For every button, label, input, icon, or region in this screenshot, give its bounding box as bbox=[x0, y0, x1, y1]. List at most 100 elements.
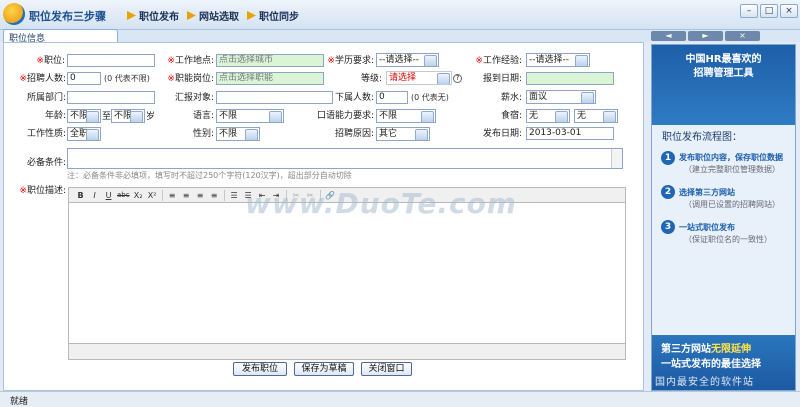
arrow-icon bbox=[187, 11, 196, 20]
nature-label: 工作性质: bbox=[26, 129, 66, 139]
help-icon[interactable]: ? bbox=[453, 74, 462, 83]
reason-label: 招聘原因: bbox=[334, 129, 374, 139]
location-input[interactable]: 点击选择城市 bbox=[216, 54, 324, 67]
nav-arrows: ◄ ► × bbox=[651, 31, 760, 41]
headcount-input[interactable]: 0 bbox=[67, 72, 101, 85]
job-function-input[interactable]: 点击选择职能 bbox=[216, 72, 324, 85]
close-tab-button[interactable]: × bbox=[725, 31, 760, 41]
flow-step-3-desc: （保证职位名的一致性） bbox=[684, 235, 772, 244]
age-from-select[interactable]: 不限 bbox=[67, 109, 101, 123]
sidebar bbox=[651, 44, 796, 391]
board-label: 食宿: bbox=[500, 111, 522, 121]
minimize-button[interactable]: – bbox=[740, 4, 758, 18]
sidebar-watermark: 国内最安全的软件站 bbox=[655, 377, 754, 388]
description-editor[interactable] bbox=[68, 203, 626, 359]
position-input[interactable] bbox=[67, 54, 155, 67]
tab-position-info[interactable]: 职位信息 bbox=[3, 29, 118, 44]
step-number-1: 1 bbox=[661, 151, 675, 165]
step-publish[interactable]: 职位发布 bbox=[127, 8, 179, 23]
job-function-label: ※职能岗位: bbox=[167, 74, 214, 84]
flow-step-2-desc: （调用已设置的招聘网站） bbox=[684, 200, 780, 209]
publish-date-label: 发布日期: bbox=[482, 129, 522, 139]
publish-date-input[interactable]: 2013-03-01 bbox=[526, 127, 614, 140]
watermark: www.DuoTe.com bbox=[245, 187, 517, 220]
underline-button[interactable]: U bbox=[102, 189, 115, 202]
location-label: ※工作地点: bbox=[167, 56, 214, 66]
age-to-text: 至 bbox=[102, 112, 112, 122]
status-bar: 就绪 bbox=[0, 391, 800, 407]
gender-select[interactable]: 不限 bbox=[216, 127, 260, 141]
subordinates-label: 下属人数: bbox=[334, 93, 374, 103]
window-controls: – □ × bbox=[740, 4, 798, 18]
department-input[interactable] bbox=[67, 91, 155, 104]
age-unit-text: 岁 bbox=[146, 112, 156, 122]
ordered-list-icon[interactable]: ☰ bbox=[228, 189, 241, 202]
maximize-button[interactable]: □ bbox=[760, 4, 778, 18]
step-select-site[interactable]: 网站选取 bbox=[187, 8, 239, 23]
sidebar-ad: 第三方网站无限延伸 一站式发布的最佳选择 bbox=[661, 344, 761, 370]
app-title: 职位发布三步骤 bbox=[29, 10, 106, 23]
step-number-2: 2 bbox=[661, 185, 675, 199]
board-select-2[interactable]: 无 bbox=[574, 109, 618, 123]
arrow-icon bbox=[127, 11, 136, 20]
report-date-label: 报到日期: bbox=[482, 74, 522, 84]
toolbar-divider bbox=[223, 189, 225, 201]
prev-button[interactable]: ◄ bbox=[651, 31, 686, 41]
superscript-button[interactable]: X² bbox=[146, 189, 159, 202]
italic-button[interactable]: I bbox=[88, 189, 101, 202]
flow-step-3-title: 一站式职位发布 bbox=[679, 223, 735, 232]
app-logo-icon bbox=[3, 3, 25, 25]
requirements-note: 注：必备条件非必填项，填写时不超过250个字符(120汉字)，超出部分自动切除 bbox=[67, 171, 352, 180]
flow-step-2-title: 选择第三方网站 bbox=[679, 188, 735, 197]
subscript-button[interactable]: X₂ bbox=[132, 189, 145, 202]
subordinates-hint: (0 代表无) bbox=[411, 93, 449, 102]
nature-select[interactable]: 全职 bbox=[67, 127, 101, 141]
strikethrough-button[interactable]: abc bbox=[116, 189, 131, 202]
align-right-icon[interactable]: ≡ bbox=[194, 189, 207, 202]
save-draft-button[interactable]: 保存为草稿 bbox=[294, 362, 354, 376]
requirements-textarea[interactable] bbox=[67, 148, 623, 169]
headcount-hint: (0 代表不限) bbox=[104, 74, 150, 83]
flow-step-1-title: 发布职位内容，保存职位数据 bbox=[679, 153, 783, 162]
close-window-button[interactable]: × bbox=[780, 4, 798, 18]
bold-button[interactable]: B bbox=[74, 189, 87, 202]
sidebar-title: 中国HR最喜欢的 招聘管理工具 bbox=[685, 54, 762, 79]
department-label: 所属部门: bbox=[26, 93, 66, 103]
level-label: 等级: bbox=[360, 74, 382, 84]
salary-select[interactable]: 面议 bbox=[526, 90, 596, 104]
publish-button[interactable]: 发布职位 bbox=[233, 362, 287, 376]
close-button[interactable]: 关闭窗口 bbox=[361, 362, 412, 376]
next-button[interactable]: ► bbox=[688, 31, 723, 41]
flow-title: 职位发布流程图： bbox=[662, 132, 742, 143]
level-select[interactable]: 请选择 bbox=[386, 71, 452, 85]
requirements-label: 必备条件: bbox=[26, 158, 66, 168]
age-to-select[interactable]: 不限 bbox=[111, 109, 145, 123]
reason-select[interactable]: 其它 bbox=[376, 127, 430, 141]
language-select[interactable]: 不限 bbox=[216, 109, 284, 123]
align-justify-icon[interactable]: ≡ bbox=[208, 189, 221, 202]
editor-footer bbox=[68, 343, 626, 360]
toolbar-divider bbox=[161, 189, 163, 201]
report-date-input[interactable] bbox=[526, 72, 614, 85]
subordinates-input[interactable]: 0 bbox=[376, 91, 408, 104]
requirements-scrollbar[interactable] bbox=[611, 149, 622, 168]
align-center-icon[interactable]: ≡ bbox=[180, 189, 193, 202]
experience-select[interactable]: --请选择-- bbox=[526, 53, 590, 67]
experience-label: ※工作经验: bbox=[475, 56, 522, 66]
position-label: ※职位: bbox=[36, 56, 65, 66]
arrow-icon bbox=[247, 11, 256, 20]
board-select-1[interactable]: 无 bbox=[526, 109, 570, 123]
title-bar bbox=[0, 0, 800, 30]
align-left-icon[interactable]: ≡ bbox=[166, 189, 179, 202]
step-sync[interactable]: 职位同步 bbox=[247, 8, 299, 23]
salary-label: 薪水: bbox=[500, 93, 522, 103]
education-select[interactable]: --请选择-- bbox=[376, 53, 439, 67]
age-label: 年龄: bbox=[44, 111, 66, 121]
report-to-label: 汇报对象: bbox=[174, 93, 214, 103]
report-to-input[interactable] bbox=[216, 91, 333, 104]
oral-label: 口语能力要求: bbox=[316, 111, 374, 121]
description-label: ※职位描述: bbox=[19, 186, 66, 196]
step-number-3: 3 bbox=[661, 220, 675, 234]
headcount-label: ※招聘人数: bbox=[19, 74, 66, 84]
oral-select[interactable]: 不限 bbox=[376, 109, 436, 123]
